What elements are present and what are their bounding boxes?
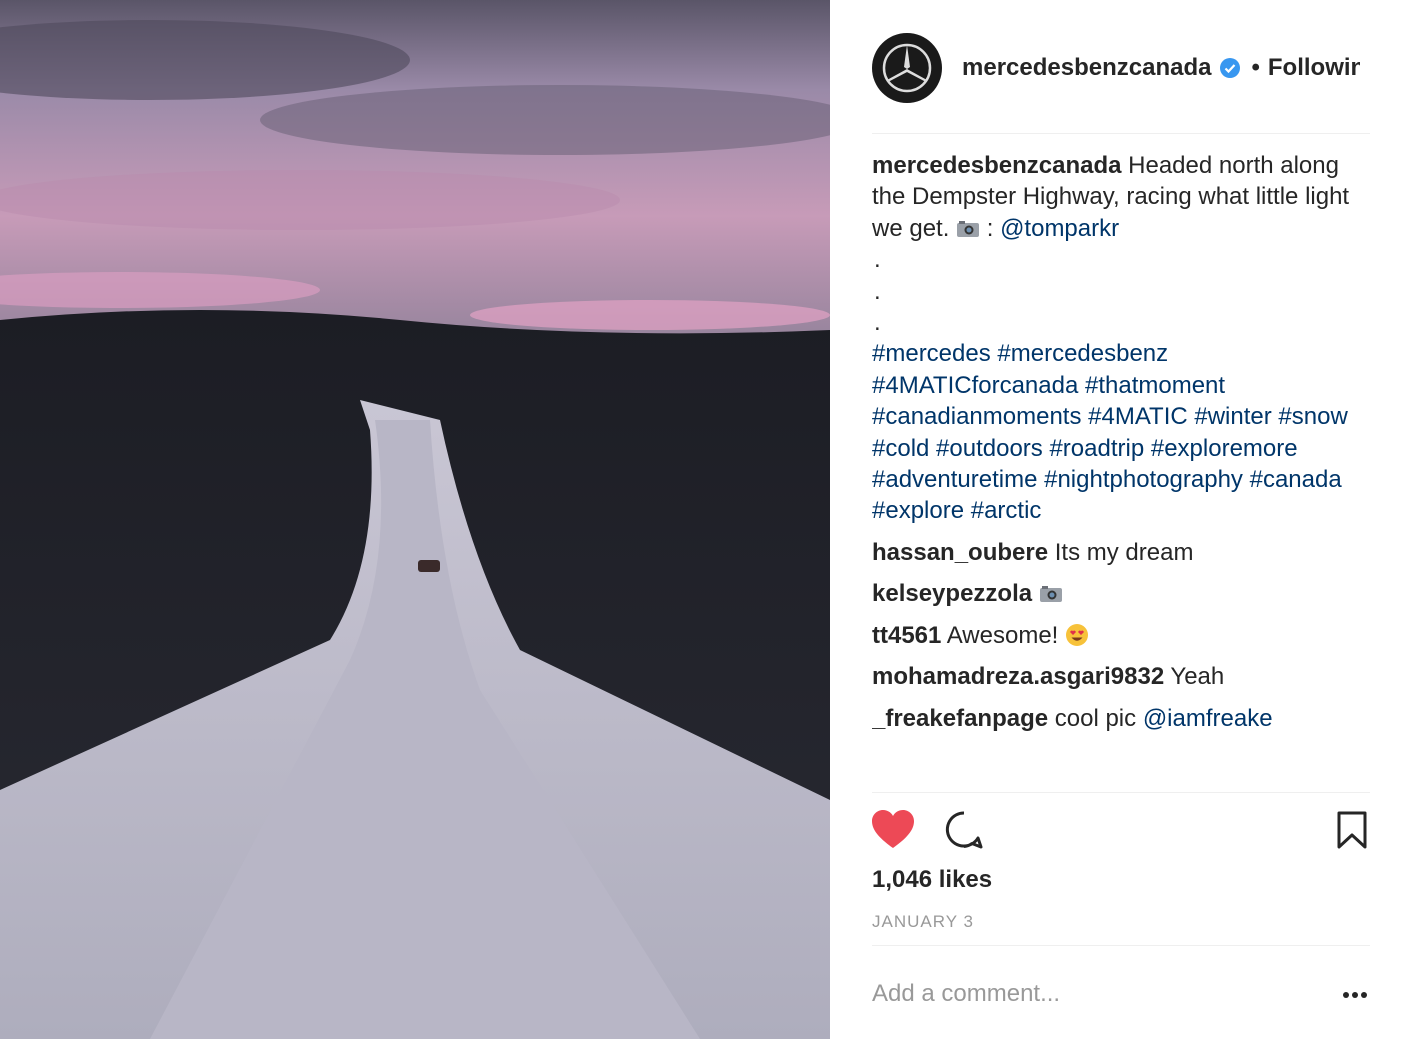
comment-bubble-icon[interactable] <box>944 810 984 850</box>
mercedes-logo-icon <box>882 43 932 93</box>
comment-username[interactable]: hassan_oubere <box>872 539 1048 566</box>
caption-dot: . <box>874 246 881 274</box>
divider <box>872 945 1370 946</box>
comment-mention-link[interactable]: @iamfreake <box>1143 705 1273 732</box>
separator-dot: • <box>1251 54 1260 81</box>
more-options-icon[interactable] <box>1342 990 1368 1000</box>
hashtags[interactable]: #mercedes #mercedesbenz #4MATICforcanada… <box>872 338 1372 526</box>
comments-list[interactable]: mercedesbenzcanada Headed north along th… <box>872 150 1372 792</box>
action-bar <box>872 810 1370 854</box>
avatar[interactable] <box>872 33 942 103</box>
likes-count[interactable]: 1,046 likes <box>872 866 992 894</box>
comment-text: cool pic <box>1048 704 1143 732</box>
comment-text: Its my dream <box>1048 538 1194 566</box>
heart-eyes-emoji-icon <box>1066 623 1088 646</box>
comment: mohamadreza.asgari9832 Yeah <box>872 661 1372 693</box>
comment: hassan_oubere Its my dream <box>872 537 1372 569</box>
post-date[interactable]: JANUARY 3 <box>872 912 974 932</box>
verified-badge-icon <box>1220 58 1241 78</box>
caption-dot: . <box>874 277 881 305</box>
comment: kelseypezzola <box>872 578 1372 610</box>
username-link[interactable]: mercedesbenzcanada <box>962 54 1211 82</box>
following-button[interactable]: Following <box>1268 54 1360 82</box>
post-photo[interactable] <box>0 0 830 1039</box>
bookmark-icon[interactable] <box>1336 810 1368 850</box>
comment-text: Yeah <box>1164 663 1225 691</box>
add-comment-input[interactable]: Add a comment... <box>872 980 1060 1008</box>
like-heart-icon[interactable] <box>872 810 914 850</box>
comment-text: Awesome! <box>941 621 1065 649</box>
caption-mention-link[interactable]: @tomparkr <box>1000 215 1119 242</box>
comment: _freakefanpage cool pic @iamfreake <box>872 703 1372 735</box>
caption-dots: . . . <box>872 244 1372 338</box>
camera-icon <box>957 220 980 237</box>
divider <box>872 133 1370 134</box>
post-header: mercedesbenzcanada • Following <box>872 32 1370 104</box>
caption: mercedesbenzcanada Headed north along th… <box>872 150 1372 244</box>
caption-colon: : <box>980 214 1001 242</box>
comment: tt4561 Awesome! <box>872 620 1372 652</box>
comment-text <box>1032 580 1039 607</box>
camera-icon <box>1039 586 1062 603</box>
caption-username[interactable]: mercedesbenzcanada <box>872 152 1121 179</box>
comment-username[interactable]: kelseypezzola <box>872 580 1032 607</box>
comment-username[interactable]: mohamadreza.asgari9832 <box>872 663 1164 690</box>
post-sidebar: mercedesbenzcanada • Following mercedesb… <box>830 0 1410 1039</box>
caption-dot: . <box>874 309 881 336</box>
comment-username[interactable]: _freakefanpage <box>872 705 1048 732</box>
comment-username[interactable]: tt4561 <box>872 622 941 649</box>
divider <box>872 792 1370 793</box>
